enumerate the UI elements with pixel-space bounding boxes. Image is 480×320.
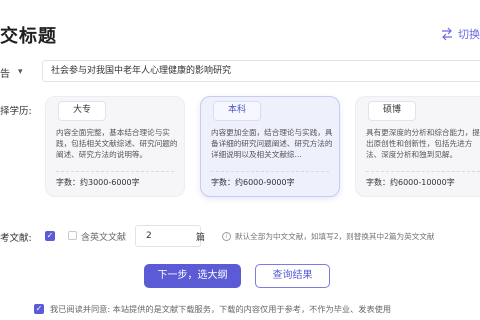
degree-card-name: 大专 [58, 101, 106, 121]
degree-card-name: 本科 [213, 101, 261, 121]
next-step-button[interactable]: 下一步，选大纲 [144, 264, 241, 288]
english-count-input[interactable]: 2 [135, 225, 201, 247]
degree-card-name: 硕博 [368, 101, 416, 121]
swap-arrows-icon [442, 27, 452, 41]
degree-label: 择学历: [0, 106, 32, 117]
degree-card-master[interactable]: 硕博 具有更深度的分析和综合能力，提出原创性和创新性，包括先进方法、深度分析和独… [355, 96, 480, 197]
checkbox-unchecked-icon[interactable] [68, 231, 77, 240]
degree-card-desc: 具有更深度的分析和综合能力，提出原创性和创新性，包括先进方法、深度分析和独到见解… [366, 128, 480, 159]
checkbox-checked-icon[interactable]: ✓ [34, 304, 44, 314]
degree-card-count: 字数：约3000-6000字 [56, 178, 140, 187]
divider [366, 171, 480, 172]
topic-input[interactable]: 社会参与对我国中老年人心理健康的影响研究 [42, 60, 480, 82]
degree-card-junior[interactable]: 大专 内容全面完整，基本结合理论与实践，包括相关文献综述、研究问题的阐述、研究方… [45, 96, 185, 197]
agreement-row[interactable]: ✓ 我已阅读并同意: 本站提供的是文献下载服务，下载的内容仅用于参考，不作为毕业… [34, 303, 391, 315]
chevron-down-icon: ▾ [18, 67, 23, 77]
paper-type-value: 告 [0, 68, 10, 80]
page-title: 交标题 [0, 26, 57, 47]
degree-card-desc: 内容更加全面，结合理论与实践，具备详细的研究问题阐述、研究方法的详细说明以及相关… [211, 128, 333, 159]
degree-card-count: 字数：约6000-9000字 [211, 178, 295, 187]
degree-card-bachelor[interactable]: 本科 内容更加全面，结合理论与实践，具备详细的研究问题阐述、研究方法的详细说明以… [200, 96, 340, 197]
references-label: 考文献: [0, 233, 32, 244]
references-hint: 默认全部为中文文献，如填写2，则替换其中2篇为英文文献 [235, 232, 435, 241]
divider [211, 171, 329, 172]
english-count-unit: 篇 [196, 233, 206, 243]
english-references-label: 含英文文献 [81, 233, 127, 243]
agreement-text: 我已阅读并同意: 本站提供的是文献下载服务，下载的内容仅用于参考，不作为毕业、发… [50, 304, 392, 314]
divider [56, 171, 174, 172]
query-results-button[interactable]: 查询结果 [255, 264, 330, 288]
switch-button[interactable]: 切换 [440, 26, 480, 42]
switch-label: 切换 [458, 28, 480, 41]
paper-type-select[interactable]: 告 ▾ [0, 62, 23, 82]
degree-card-desc: 内容全面完整，基本结合理论与实践，包括相关文献综述、研究问题的阐述、研究方法的说… [56, 128, 178, 159]
degree-card-count: 字数：约6000-10000字 [366, 178, 455, 187]
info-icon: i [222, 232, 231, 241]
checkbox-checked-icon[interactable]: ✓ [45, 231, 55, 241]
